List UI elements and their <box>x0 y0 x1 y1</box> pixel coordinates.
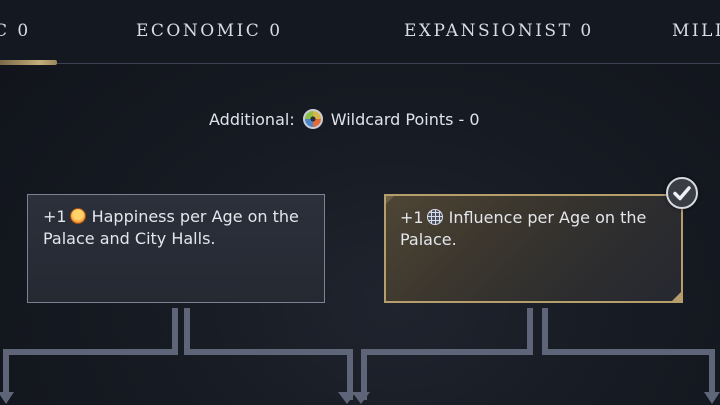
arrow-down-icon <box>338 392 356 404</box>
card-bonus-amount: +1 <box>400 208 424 227</box>
selected-checkmark-icon <box>666 177 698 209</box>
influence-icon <box>426 209 443 225</box>
connector-line <box>3 308 178 400</box>
arrow-down-icon <box>352 392 370 404</box>
arrow-down-icon <box>0 392 14 404</box>
connector-line <box>184 308 353 400</box>
legacy-card-happiness[interactable]: +1 Happiness per Age on the Palace and Ci… <box>27 194 325 303</box>
connector-line <box>542 308 715 400</box>
legacy-card-influence[interactable]: +1 Influence per Age on the Palace. <box>384 194 683 303</box>
happiness-icon <box>69 208 86 224</box>
additional-label: Additional: <box>209 109 295 129</box>
card-bonus-amount: +1 <box>43 207 67 226</box>
tree-connectors <box>0 308 720 404</box>
active-tab-underline <box>0 60 57 65</box>
tab-economic[interactable]: ECONOMIC 0 <box>136 21 283 43</box>
wildcard-points-text: Wildcard Points - 0 <box>330 109 480 129</box>
card-corner-ornament <box>672 292 681 301</box>
arrow-down-icon <box>704 392 720 404</box>
tab-militaristic[interactable]: MILI <box>672 21 720 43</box>
card-corner-ornament <box>386 196 394 204</box>
attribute-tab-bar: C 0 ECONOMIC 0 EXPANSIONIST 0 MILI <box>0 0 720 65</box>
wildcard-icon <box>302 109 323 129</box>
tab-expansionist[interactable]: EXPANSIONIST 0 <box>404 21 594 43</box>
tab-cultural[interactable]: C 0 <box>0 21 31 43</box>
wildcard-points-line: Additional: Wildcard Points - 0 <box>209 108 480 130</box>
connector-line <box>361 308 533 400</box>
